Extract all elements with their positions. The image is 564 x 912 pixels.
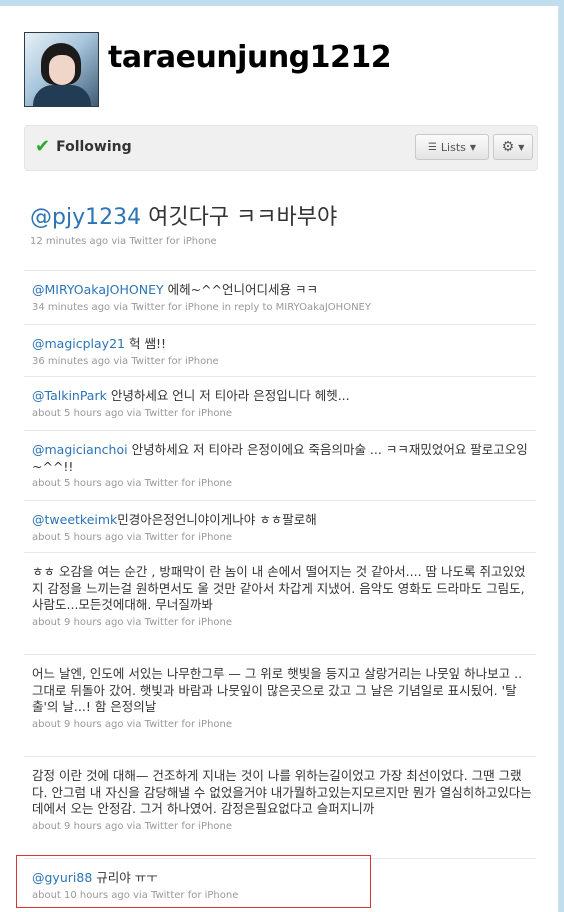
tweet-item: 어느 날엔, 인도에 서있는 나무한그루 — 그 위로 햇빛을 등지고 살랑거리… [32, 666, 532, 730]
settings-menu-button[interactable]: ⚙ ▼ [493, 134, 533, 160]
chevron-down-icon: ▼ [469, 142, 477, 152]
tweet-text: @TalkinPark 안녕하세요 언니 저 티아라 은정입니다 헤헷... [32, 388, 532, 405]
mention-link[interactable]: @magicianchoi [32, 442, 128, 457]
divider [24, 270, 536, 271]
tweet-meta: 36 minutes ago via Twitter for iPhone [32, 355, 219, 367]
profile-page: taraeunjung1212 ✔ Following ☰ Lists ▼ ⚙ … [0, 6, 559, 912]
tweet-meta: about 5 hours ago via Twitter for iPhone [32, 407, 233, 419]
tweet-item: 감정 이란 것에 대해— 건조하게 지내는 것이 나를 위하는길이었고 가장 최… [32, 768, 532, 832]
divider [24, 324, 536, 325]
tweet-text: @magicianchoi 안녕하세요 저 티아라 은정이에요 죽음의마술 ..… [32, 442, 532, 475]
profile-username: taraeunjung1212 [108, 40, 392, 75]
mention-link[interactable]: @tweetkeimk [32, 512, 117, 527]
lists-label: Lists [440, 140, 466, 154]
avatar[interactable] [24, 32, 99, 107]
tweet-body: 헉 쌤!! [125, 336, 166, 351]
tweet-text: @tweetkeimk민경아은정언니야이게나야 ㅎㅎ팔로해 [32, 512, 532, 529]
following-status[interactable]: ✔ Following [35, 138, 132, 156]
divider [24, 552, 536, 553]
tweet-body: 안녕하세요 언니 저 티아라 은정입니다 헤헷... [106, 388, 350, 403]
tweet-meta: about 9 hours ago via Twitter for iPhone [32, 820, 233, 832]
divider [24, 500, 536, 501]
tweet-text: 어느 날엔, 인도에 서있는 나무한그루 — 그 위로 햇빛을 등지고 살랑거리… [32, 666, 523, 714]
tweet-item: @tweetkeimk민경아은정언니야이게나야 ㅎㅎ팔로해 about 5 ho… [32, 512, 532, 543]
mention-link[interactable]: @MIRYOakaJOHONEY [32, 282, 164, 297]
follow-bar: ✔ Following ☰ Lists ▼ ⚙ ▼ [24, 125, 538, 171]
tweet-body: 여깃다구 ㅋㅋ바부야 [141, 205, 338, 230]
highlight-box [16, 855, 371, 908]
tweet-text: ㅎㅎ 오감을 여는 순간 , 방패막이 란 놈이 내 손에서 떨어지는 것 같아… [32, 564, 526, 612]
checkmark-icon: ✔ [35, 136, 51, 157]
tweet-item: @magicianchoi 안녕하세요 저 티아라 은정이에요 죽음의마술 ..… [32, 442, 532, 489]
avatar-face [49, 55, 75, 85]
tweet-text: 감정 이란 것에 대해— 건조하게 지내는 것이 나를 위하는길이었고 가장 최… [32, 768, 532, 816]
divider [24, 654, 536, 655]
tweet-body: 민경아은정언니야이게나야 ㅎㅎ팔로해 [117, 512, 317, 527]
mention-link[interactable]: @pjy1234 [30, 205, 141, 230]
latest-tweet: @pjy1234 여깃다구 ㅋㅋ바부야 12 minutes ago via T… [30, 203, 530, 247]
lists-button[interactable]: ☰ Lists ▼ [415, 134, 489, 160]
tweet-meta: about 5 hours ago via Twitter for iPhone [32, 531, 233, 543]
mention-link[interactable]: @TalkinPark [32, 388, 107, 403]
avatar-shirt [33, 85, 91, 106]
tweet-meta: about 9 hours ago via Twitter for iPhone [32, 718, 233, 730]
tweet-item: @magicplay21 헉 쌤!! 36 minutes ago via Tw… [32, 336, 532, 367]
tweet-text: @magicplay21 헉 쌤!! [32, 336, 532, 353]
tweet-meta: 12 minutes ago via Twitter for iPhone [30, 236, 217, 247]
divider [24, 430, 536, 431]
tweet-meta: about 9 hours ago via Twitter for iPhone [32, 616, 233, 628]
gear-icon: ⚙ [501, 139, 515, 155]
divider [24, 756, 536, 757]
chevron-down-icon: ▼ [518, 142, 525, 152]
tweet-item: @TalkinPark 안녕하세요 언니 저 티아라 은정입니다 헤헷... a… [32, 388, 532, 419]
tweet-meta: 34 minutes ago via Twitter for iPhone in… [32, 301, 371, 313]
tweet-item: ㅎㅎ 오감을 여는 순간 , 방패막이 란 놈이 내 손에서 떨어지는 것 같아… [32, 564, 532, 628]
list-icon: ☰ [427, 141, 437, 153]
tweet-text: @MIRYOakaJOHONEY 에헤~^^언니어디세용 ㅋㅋ [32, 282, 532, 299]
tweet-item: @MIRYOakaJOHONEY 에헤~^^언니어디세용 ㅋㅋ 34 minut… [32, 282, 532, 313]
latest-tweet-text: @pjy1234 여깃다구 ㅋㅋ바부야 [30, 203, 530, 233]
tweet-body: 에헤~^^언니어디세용 ㅋㅋ [163, 282, 319, 297]
following-label: Following [56, 139, 132, 155]
divider [24, 376, 536, 377]
tweet-meta: about 5 hours ago via Twitter for iPhone [32, 478, 233, 489]
mention-link[interactable]: @magicplay21 [32, 336, 125, 351]
